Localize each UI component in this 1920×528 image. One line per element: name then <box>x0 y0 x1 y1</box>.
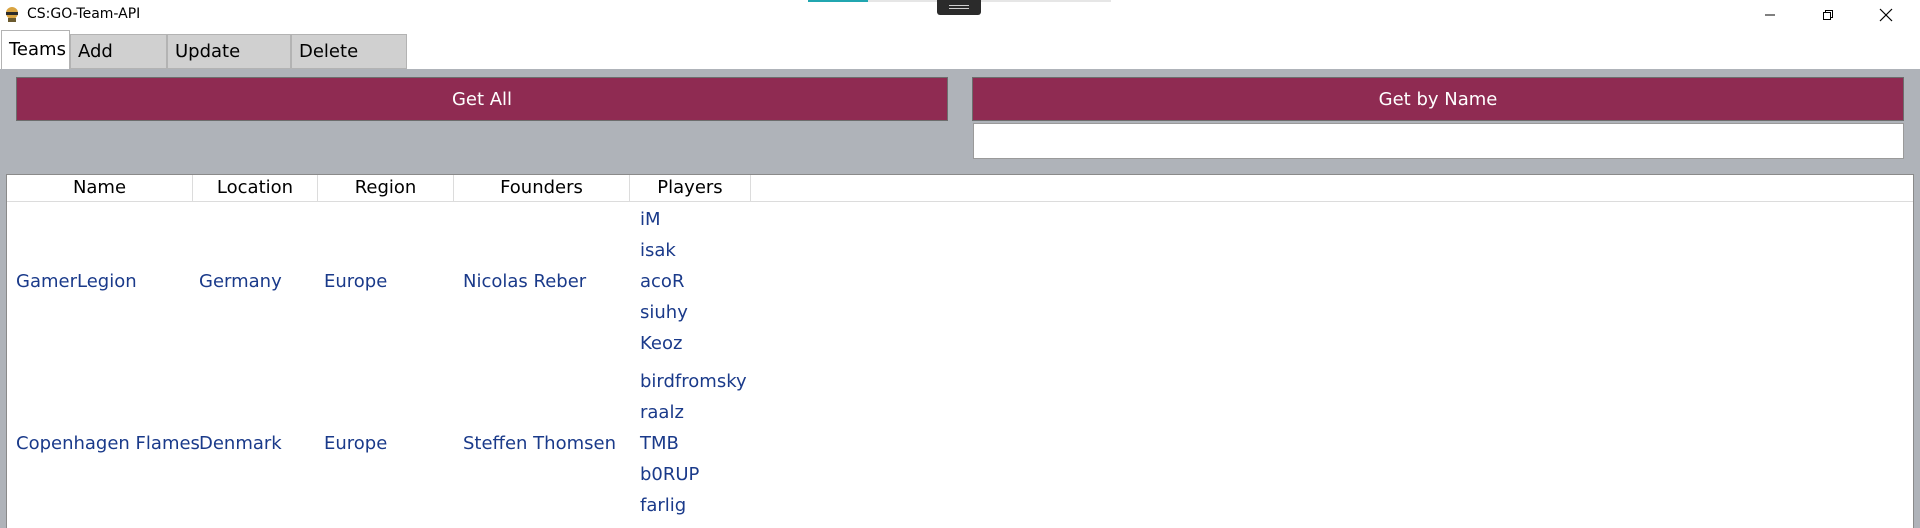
cell-player: acoR <box>640 271 685 292</box>
cell-player: raalz <box>640 402 684 423</box>
cell-founders: Nicolas Reber <box>463 271 587 292</box>
tab-add-team[interactable]: Add Team <box>70 34 167 95</box>
get-all-button[interactable]: Get All <box>16 77 948 121</box>
column-header-location[interactable]: Location <box>193 175 318 202</box>
teams-table[interactable]: Name Location Region Founders Players Ga… <box>6 174 1914 528</box>
minimize-icon <box>1765 14 1775 16</box>
drag-handle[interactable] <box>937 0 981 15</box>
cell-location: Germany <box>199 271 282 292</box>
cell-player: farlig <box>640 495 687 516</box>
cell-player: Keoz <box>640 333 683 354</box>
cell-region: Europe <box>324 271 388 292</box>
column-header-founders[interactable]: Founders <box>454 175 630 202</box>
column-header-region[interactable]: Region <box>318 175 454 202</box>
app-icon <box>6 7 18 22</box>
snap-bar-accent <box>808 0 868 2</box>
column-header-name[interactable]: Name <box>7 175 193 202</box>
get-by-name-button[interactable]: Get by Name <box>972 77 1904 121</box>
cell-player: iM <box>640 209 661 230</box>
restore-button[interactable] <box>1799 0 1857 30</box>
cell-team-name: GamerLegion <box>16 271 137 292</box>
tab-delete-team[interactable]: Delete Team <box>291 34 407 95</box>
cell-team-name: Copenhagen Flames <box>16 433 200 454</box>
column-header-players[interactable]: Players <box>630 175 751 202</box>
close-button[interactable] <box>1857 0 1915 30</box>
tab-strip: Teams Add Team Update Team Delete Team <box>0 30 1920 95</box>
tab-teams[interactable]: Teams <box>1 30 70 69</box>
cell-player: TMB <box>640 433 679 454</box>
cell-player: siuhy <box>640 302 688 323</box>
team-name-input[interactable] <box>973 123 1904 159</box>
cell-player: birdfromsky <box>640 371 747 392</box>
cell-founders: Steffen Thomsen <box>463 433 616 454</box>
minimize-button[interactable] <box>1741 0 1799 30</box>
tab-update-team[interactable]: Update Team <box>167 34 291 95</box>
title-bar[interactable]: CS:GO-Team-API <box>0 0 1920 30</box>
cell-location: Denmark <box>199 433 282 454</box>
cell-region: Europe <box>324 433 388 454</box>
window-title: CS:GO-Team-API <box>27 6 141 22</box>
teams-panel: Get All Get by Name Name Location Region… <box>0 69 1920 528</box>
cell-player: b0RUP <box>640 464 700 485</box>
close-icon <box>1879 8 1893 22</box>
restore-icon <box>1823 10 1833 20</box>
table-header: Name Location Region Founders Players <box>7 175 1913 202</box>
cell-player: isak <box>640 240 676 261</box>
